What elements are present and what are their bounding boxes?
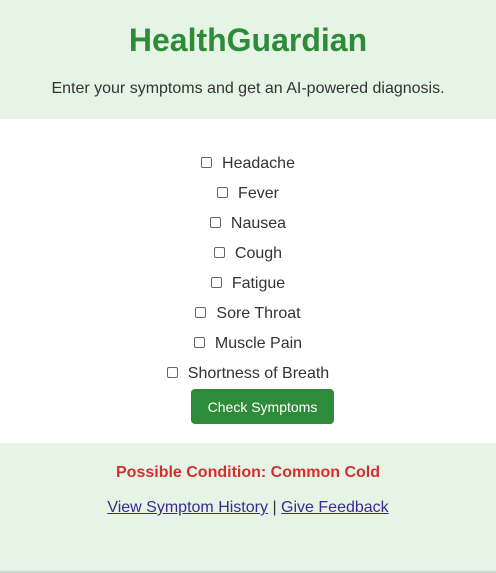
header: HealthGuardian Enter your symptoms and g… <box>0 0 496 119</box>
app-title: HealthGuardian <box>128 22 368 58</box>
symptom-cough[interactable]: Cough <box>0 239 496 269</box>
symptom-label: Shortness of Breath <box>187 365 330 382</box>
checkbox[interactable] <box>195 306 207 318</box>
symptom-list: Headache Fever Nausea Cough Fatigue Sore… <box>0 149 496 389</box>
app-subtitle: Enter your symptoms and get an AI-powere… <box>51 80 445 97</box>
symptom-fatigue[interactable]: Fatigue <box>0 269 496 299</box>
symptom-nausea[interactable]: Nausea <box>0 209 496 239</box>
symptom-label: Sore Throat <box>216 305 301 322</box>
symptom-label: Muscle Pain <box>214 335 303 352</box>
check-symptoms-button[interactable]: Check Symptoms <box>191 389 334 424</box>
symptom-label: Headache <box>222 155 295 172</box>
symptom-panel: Headache Fever Nausea Cough Fatigue Sore… <box>0 119 496 443</box>
symptom-label: Fever <box>238 185 279 202</box>
view-history-link[interactable]: View Symptom History <box>107 499 268 516</box>
checkbox[interactable] <box>201 156 213 168</box>
symptom-sore-throat[interactable]: Sore Throat <box>0 299 496 329</box>
give-feedback-link[interactable]: Give Feedback <box>281 499 389 516</box>
symptom-label: Cough <box>234 245 283 262</box>
symptom-shortness-of-breath[interactable]: Shortness of Breath <box>0 359 496 389</box>
checkbox[interactable] <box>213 246 225 258</box>
checkbox[interactable] <box>209 216 221 228</box>
footer-links: View Symptom History | Give Feedback <box>0 498 496 518</box>
symptom-fever[interactable]: Fever <box>0 179 496 209</box>
diagnosis-result: Possible Condition: Common Cold <box>116 464 380 481</box>
checkbox[interactable] <box>217 186 229 198</box>
symptom-label: Nausea <box>230 215 287 232</box>
link-separator: | <box>272 499 277 516</box>
checkbox[interactable] <box>193 336 205 348</box>
symptom-label: Fatigue <box>231 275 286 292</box>
checkbox[interactable] <box>166 366 178 378</box>
symptom-muscle-pain[interactable]: Muscle Pain <box>0 329 496 359</box>
symptom-headache[interactable]: Headache <box>0 149 496 179</box>
footer: Possible Condition: Common Cold View Sym… <box>0 443 496 573</box>
checkbox[interactable] <box>210 276 222 288</box>
